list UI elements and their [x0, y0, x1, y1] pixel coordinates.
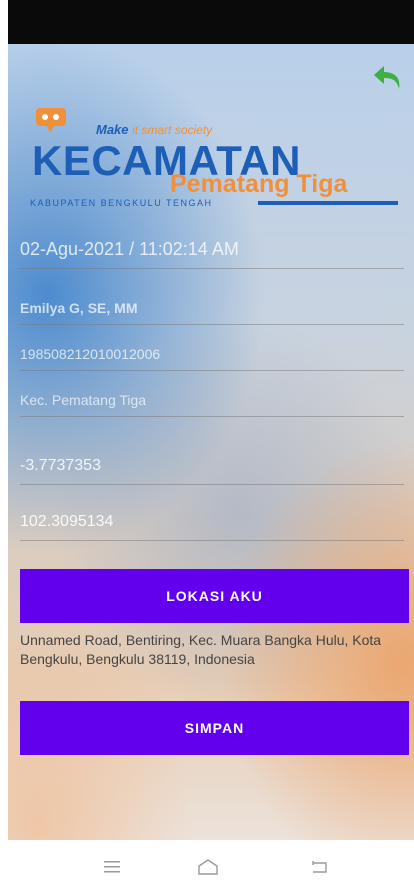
system-nav-bar: [0, 840, 414, 886]
brand-region: KABUPATEN BENGKULU TENGAH: [30, 198, 213, 208]
datetime-field[interactable]: 02-Agu-2021 / 11:02:14 AM: [20, 230, 404, 269]
latitude-field[interactable]: -3.7737353: [20, 448, 404, 485]
back-icon[interactable]: [308, 858, 332, 876]
app-screen: Make it smart society KECAMATAN Pematang…: [8, 44, 414, 840]
logo-tagline: Make it smart society: [96, 122, 212, 137]
tagline-rest: it smart society: [132, 123, 213, 137]
status-bar: [8, 0, 414, 44]
kecamatan-field[interactable]: Kec. Pematang Tiga: [20, 384, 404, 417]
undo-arrow-icon[interactable]: [370, 62, 406, 96]
simpan-button[interactable]: SIMPAN: [20, 701, 409, 755]
address-text: Unnamed Road, Bentiring, Kec. Muara Bang…: [20, 632, 382, 667]
home-icon[interactable]: [196, 858, 220, 876]
kecamatan-logo: Make it smart society KECAMATAN Pematang…: [20, 100, 400, 220]
name-field[interactable]: Emilya G, SE, MM: [20, 292, 404, 325]
nip-field[interactable]: 198508212010012006: [20, 338, 404, 371]
brand-underline: [258, 201, 398, 205]
brand-subtitle: Pematang Tiga: [170, 170, 348, 198]
map-pin-icon: [36, 106, 70, 134]
lokasi-aku-button[interactable]: LOKASI AKU: [20, 569, 409, 623]
menu-icon[interactable]: [100, 858, 124, 876]
tagline-make: Make: [96, 122, 129, 137]
longitude-field[interactable]: 102.3095134: [20, 504, 404, 541]
